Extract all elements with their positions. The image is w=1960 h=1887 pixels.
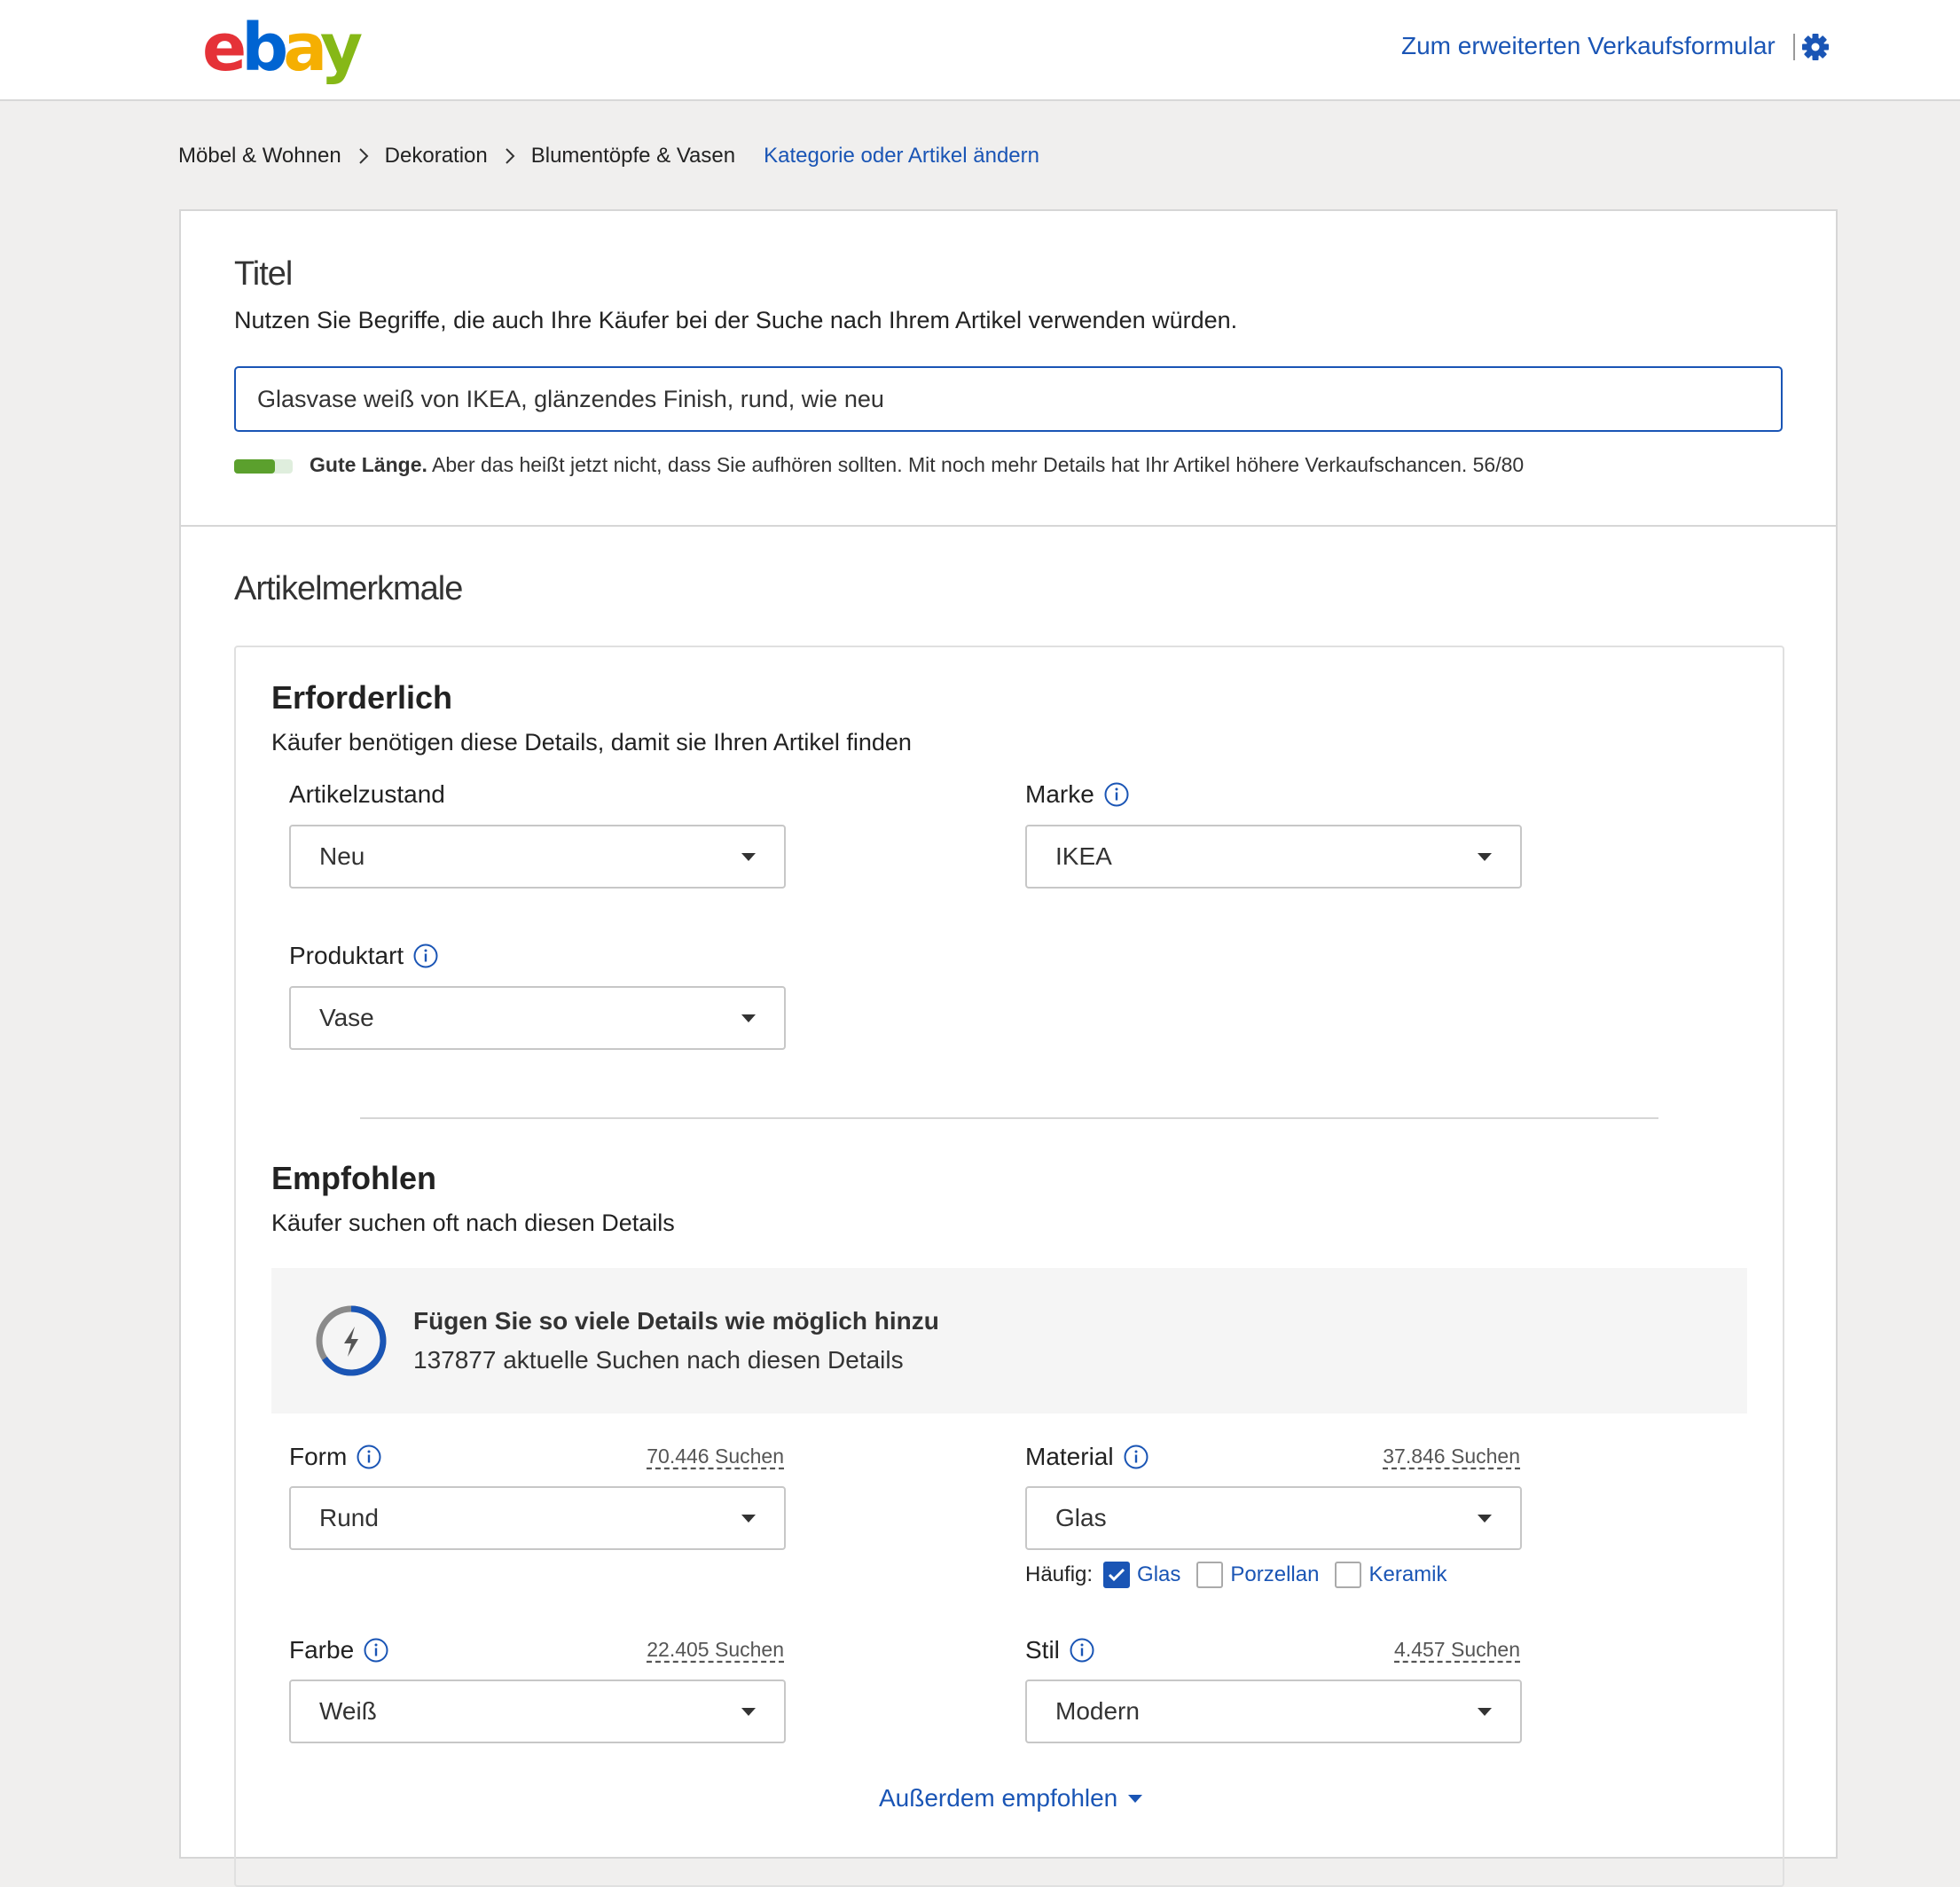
product-type-label: Produktart (289, 942, 439, 970)
frequent-label: Häufig: (1025, 1562, 1094, 1586)
lightning-gauge-icon (316, 1305, 387, 1376)
brand-label: Marke (1025, 780, 1130, 809)
more-recommended-label: Außerdem empfohlen (879, 1784, 1118, 1812)
brand-label-text: Marke (1025, 780, 1094, 808)
info-icon[interactable] (363, 1637, 389, 1664)
form-select[interactable]: Rund (289, 1486, 786, 1550)
caret-down-icon (1128, 1794, 1143, 1803)
more-recommended-link[interactable]: Außerdem empfohlen (879, 1784, 1143, 1813)
required-subtitle: Käufer benötigen diese Details, damit si… (271, 729, 912, 756)
search-demand-banner: Fügen Sie so viele Details wie möglich h… (271, 1268, 1747, 1413)
color-label-text: Farbe (289, 1636, 355, 1664)
caret-down-icon (1478, 852, 1492, 861)
form-label-text: Form (289, 1443, 348, 1470)
info-icon[interactable] (356, 1444, 382, 1470)
features-heading: Artikelmerkmale (234, 570, 463, 607)
required-title: Erforderlich (271, 679, 453, 716)
breadcrumb-item[interactable]: Möbel & Wohnen (178, 144, 341, 168)
checkbox-keramik[interactable] (1335, 1562, 1362, 1588)
chevron-right-icon (506, 148, 515, 164)
title-length-meter-fill (234, 459, 276, 474)
color-search-count[interactable]: 22.405 Suchen (647, 1638, 784, 1662)
style-select[interactable]: Modern (1025, 1680, 1522, 1743)
advanced-listing-link[interactable]: Zum erweiterten Verkaufsformular (1401, 32, 1776, 60)
banner-subtitle: 137877 aktuelle Suchen nach diesen Detai… (413, 1346, 904, 1374)
material-label: Material (1025, 1443, 1149, 1471)
caret-down-icon (1478, 1514, 1492, 1523)
info-icon[interactable] (412, 943, 439, 969)
product-type-label-text: Produktart (289, 942, 404, 969)
top-header: ebay Zum erweiterten Verkaufsformular (0, 0, 1960, 101)
title-hint: Nutzen Sie Begriffe, die auch Ihre Käufe… (234, 307, 1238, 333)
title-input[interactable]: Glasvase weiß von IKEA, glänzendes Finis… (234, 366, 1783, 432)
style-label: Stil (1025, 1636, 1095, 1664)
banner-title: Fügen Sie so viele Details wie möglich h… (413, 1307, 939, 1335)
section-divider (181, 525, 1836, 527)
checkbox-glas[interactable] (1103, 1562, 1131, 1588)
breadcrumb-item[interactable]: Blumentöpfe & Vasen (531, 144, 735, 168)
recommended-subtitle: Käufer suchen oft nach diesen Details (271, 1210, 675, 1236)
material-search-count[interactable]: 37.846 Suchen (1383, 1445, 1520, 1468)
product-type-select[interactable]: Vase (289, 986, 786, 1050)
condition-label: Artikelzustand (289, 780, 445, 809)
title-length-text: Gute Länge. Aber das heißt jetzt nicht, … (310, 453, 1524, 477)
panel-divider (360, 1117, 1658, 1119)
info-icon[interactable] (1069, 1637, 1095, 1664)
caret-down-icon (741, 1514, 756, 1523)
header-separator (1793, 34, 1795, 60)
breadcrumb-item[interactable]: Dekoration (385, 144, 488, 168)
ebay-logo[interactable]: ebay (202, 12, 363, 83)
title-heading: Titel (234, 255, 293, 293)
color-label: Farbe (289, 1636, 389, 1664)
recommended-title: Empfohlen (271, 1160, 436, 1196)
form-value: Rund (319, 1504, 379, 1531)
chevron-right-icon (358, 148, 369, 164)
item-specifics-panel: Erforderlich Käufer benötigen diese Deta… (234, 646, 1784, 1887)
material-label-text: Material (1025, 1443, 1114, 1470)
material-select[interactable]: Glas (1025, 1486, 1522, 1550)
caret-down-icon (1478, 1707, 1492, 1716)
title-length-meter (234, 459, 293, 474)
gear-icon[interactable] (1800, 32, 1831, 62)
listing-form-card: Titel Nutzen Sie Begriffe, die auch Ihre… (179, 209, 1838, 1887)
caret-down-icon (741, 1707, 756, 1716)
color-value: Weiß (319, 1697, 377, 1725)
checkbox-porzellan[interactable] (1196, 1562, 1224, 1588)
style-label-text: Stil (1025, 1636, 1060, 1664)
info-icon[interactable] (1123, 1444, 1149, 1470)
caret-down-icon (741, 852, 756, 861)
frequent-materials: Häufig: Glas Porzellan Keramik (1025, 1562, 1453, 1588)
form-search-count[interactable]: 70.446 Suchen (647, 1445, 784, 1468)
product-type-value: Vase (319, 1004, 374, 1031)
checkbox-porzellan-label[interactable]: Porzellan (1230, 1562, 1319, 1587)
brand-select[interactable]: IKEA (1025, 825, 1522, 889)
form-label: Form (289, 1443, 382, 1471)
checkbox-keramik-label[interactable]: Keramik (1368, 1562, 1446, 1587)
checkbox-glas-label[interactable]: Glas (1137, 1562, 1180, 1587)
condition-select[interactable]: Neu (289, 825, 786, 889)
brand-value: IKEA (1055, 842, 1112, 870)
breadcrumb: Möbel & Wohnen Dekoration Blumentöpfe & … (178, 144, 1039, 168)
info-icon[interactable] (1103, 781, 1130, 808)
color-select[interactable]: Weiß (289, 1680, 786, 1743)
style-search-count[interactable]: 4.457 Suchen (1394, 1638, 1520, 1662)
material-value: Glas (1055, 1504, 1107, 1531)
title-length-detail: Aber das heißt jetzt nicht, dass Sie auf… (427, 453, 1525, 476)
change-category-link[interactable]: Kategorie oder Artikel ändern (764, 144, 1039, 168)
condition-label-text: Artikelzustand (289, 780, 445, 808)
condition-value: Neu (319, 842, 365, 870)
style-value: Modern (1055, 1697, 1140, 1725)
checkmark-icon (1108, 1568, 1125, 1582)
title-length-strong: Gute Länge. (310, 453, 427, 476)
caret-down-icon (741, 1014, 756, 1022)
